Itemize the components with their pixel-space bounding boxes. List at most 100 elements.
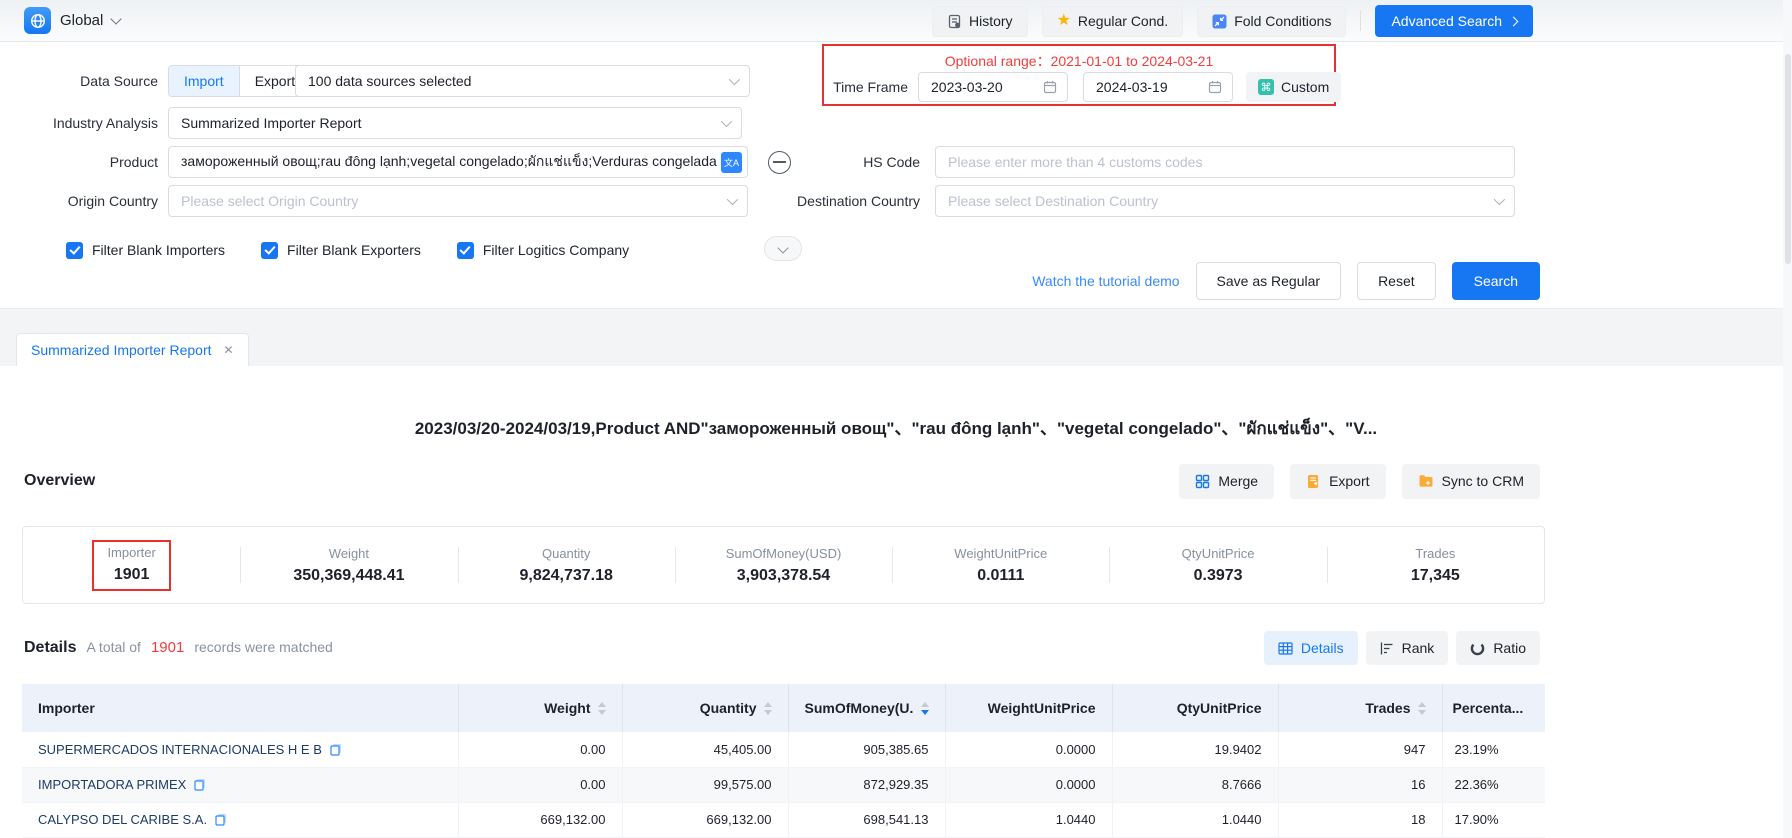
fold-conditions-label: Fold Conditions bbox=[1234, 13, 1331, 29]
tab-summarized-importer-report[interactable]: Summarized Importer Report ✕ bbox=[16, 333, 249, 366]
tutorial-link[interactable]: Watch the tutorial demo bbox=[1032, 273, 1179, 289]
scrollbar-thumb[interactable] bbox=[1785, 54, 1791, 264]
col-label: Trades bbox=[1365, 700, 1410, 716]
checkbox-checked-icon[interactable] bbox=[457, 242, 474, 259]
qty-unit-price-cell: 19.9402 bbox=[1112, 732, 1278, 767]
translate-icon[interactable]: 文A bbox=[721, 152, 742, 173]
col-label: Percenta... bbox=[1453, 700, 1524, 716]
end-date-input[interactable]: 2024-03-19 bbox=[1083, 72, 1233, 102]
destination-country-select[interactable]: Please select Destination Country bbox=[935, 185, 1515, 217]
chevron-right-icon bbox=[1509, 16, 1519, 26]
region-label: Global bbox=[60, 12, 103, 29]
history-icon bbox=[947, 14, 962, 29]
custom-icon: ⌘ bbox=[1258, 79, 1274, 95]
chevron-down-icon bbox=[1494, 194, 1505, 205]
hs-code-input[interactable]: Please enter more than 4 customs codes bbox=[935, 146, 1515, 178]
col-quantity-sort[interactable]: Quantity bbox=[622, 684, 788, 732]
filter-label: Filter Blank Exporters bbox=[287, 242, 421, 258]
region-selector[interactable]: Global bbox=[24, 7, 120, 34]
overview-heading: Overview bbox=[24, 472, 95, 490]
topbar-actions: History ★ Regular Cond. Fold Conditions bbox=[932, 5, 1533, 37]
importer-link[interactable]: SUPERMERCADOS INTERNACIONALES H E B bbox=[38, 742, 442, 757]
custom-range-button[interactable]: ⌘ Custom bbox=[1246, 72, 1341, 102]
stat-value: 9,824,737.18 bbox=[519, 567, 612, 585]
product-input[interactable]: замороженный овощ;rau đông lạnh;vegetal … bbox=[168, 146, 748, 178]
table-row: IMPORTADORA PRIMEX 0.00 99,575.00 872,92… bbox=[22, 767, 1545, 802]
hs-code-placeholder: Please enter more than 4 customs codes bbox=[948, 154, 1202, 170]
regular-cond-button[interactable]: ★ Regular Cond. bbox=[1042, 6, 1184, 37]
filter-blank-exporters-checkbox[interactable]: Filter Blank Exporters bbox=[261, 242, 421, 259]
total-suffix: records were matched bbox=[194, 639, 333, 655]
import-tab[interactable]: Import bbox=[169, 66, 239, 96]
sort-icon[interactable] bbox=[598, 702, 606, 715]
fold-conditions-button[interactable]: Fold Conditions bbox=[1197, 6, 1346, 37]
tab-title: Summarized Importer Report bbox=[31, 342, 212, 358]
time-frame-row: Time Frame 2023-03-20 2024-03-19 bbox=[832, 72, 1341, 102]
importer-link[interactable]: CALYPSO DEL CARIBE S.A. bbox=[38, 812, 442, 827]
col-trades-sort[interactable]: Trades bbox=[1278, 684, 1442, 732]
stat-weight-unit-price: WeightUnitPrice 0.0111 bbox=[892, 527, 1109, 603]
view-rank-button[interactable]: Rank bbox=[1366, 631, 1449, 665]
view-ratio-button[interactable]: Ratio bbox=[1456, 631, 1540, 665]
view-details-label: Details bbox=[1301, 640, 1344, 656]
stat-trades: Trades 17,345 bbox=[1327, 527, 1544, 603]
star-icon: ★ bbox=[1057, 13, 1071, 29]
stat-sum-of-money: SumOfMoney(USD) 3,903,378.54 bbox=[675, 527, 892, 603]
chevron-down-icon bbox=[777, 242, 788, 253]
sort-icon[interactable] bbox=[764, 702, 772, 715]
importer-link[interactable]: IMPORTADORA PRIMEX bbox=[38, 777, 442, 792]
weight-cell: 0.00 bbox=[458, 767, 622, 802]
sort-desc-active-icon[interactable] bbox=[921, 702, 929, 715]
stat-label: SumOfMoney(USD) bbox=[726, 546, 842, 561]
weight-unit-price-cell: 1.0440 bbox=[945, 802, 1112, 837]
stat-qty-unit-price: QtyUnitPrice 0.3973 bbox=[1109, 527, 1326, 603]
view-switcher: Details Rank Ratio bbox=[1264, 631, 1540, 665]
view-rank-label: Rank bbox=[1402, 640, 1435, 656]
advanced-search-button[interactable]: Advanced Search bbox=[1375, 5, 1533, 37]
start-date-input[interactable]: 2023-03-20 bbox=[918, 72, 1068, 102]
col-weight-sort[interactable]: Weight bbox=[458, 684, 622, 732]
view-details-button[interactable]: Details bbox=[1264, 631, 1358, 665]
overview-row: Overview Merge bbox=[24, 462, 1540, 500]
save-as-regular-button[interactable]: Save as Regular bbox=[1196, 262, 1342, 300]
col-label: Importer bbox=[38, 700, 95, 716]
stat-label: QtyUnitPrice bbox=[1182, 546, 1255, 561]
weight-cell: 0.00 bbox=[458, 732, 622, 767]
details-row: Details A total of 1901 records were mat… bbox=[24, 630, 1540, 666]
filter-label: Filter Logitics Company bbox=[483, 242, 629, 258]
scrollbar[interactable] bbox=[1783, 0, 1792, 838]
filter-blank-importers-checkbox[interactable]: Filter Blank Importers bbox=[66, 242, 225, 259]
query-title: 2023/03/20-2024/03/19,Product AND"заморо… bbox=[0, 414, 1792, 442]
details-summary: Details A total of 1901 records were mat… bbox=[24, 639, 333, 657]
total-prefix: A total of bbox=[86, 639, 140, 655]
sum-of-money-cell: 905,385.65 bbox=[788, 732, 945, 767]
chevron-down-icon bbox=[727, 194, 738, 205]
total-count: 1901 bbox=[151, 639, 184, 656]
collapse-form-button[interactable] bbox=[764, 236, 802, 261]
merge-button[interactable]: Merge bbox=[1179, 464, 1274, 499]
col-sum-of-money-sort[interactable]: SumOfMoney(U... bbox=[788, 684, 945, 732]
history-button[interactable]: History bbox=[932, 6, 1028, 37]
stat-label: Quantity bbox=[542, 546, 590, 561]
sync-to-crm-button[interactable]: Sync to CRM bbox=[1402, 464, 1540, 499]
data-sources-value: 100 data sources selected bbox=[308, 73, 471, 89]
details-table: Importer Weight Quantity SumOfMoney(U... bbox=[22, 684, 1545, 838]
sort-icon[interactable] bbox=[1418, 702, 1426, 715]
export-button[interactable]: Export bbox=[1290, 464, 1385, 499]
origin-country-select[interactable]: Please select Origin Country bbox=[168, 185, 748, 217]
reset-button[interactable]: Reset bbox=[1357, 262, 1436, 300]
stat-value: 1901 bbox=[114, 566, 150, 584]
industry-analysis-select[interactable]: Summarized Importer Report bbox=[168, 107, 742, 139]
data-sources-select[interactable]: 100 data sources selected bbox=[295, 65, 750, 97]
search-button[interactable]: Search bbox=[1452, 262, 1540, 300]
advanced-search-label: Advanced Search bbox=[1391, 13, 1502, 29]
checkbox-checked-icon[interactable] bbox=[66, 242, 83, 259]
filter-logitics-company-checkbox[interactable]: Filter Logitics Company bbox=[457, 242, 629, 259]
stat-value: 0.0111 bbox=[977, 567, 1024, 585]
hs-code-label: HS Code bbox=[780, 154, 920, 170]
checkbox-checked-icon[interactable] bbox=[261, 242, 278, 259]
app-window: Global History ★ Regular Cond. bbox=[0, 0, 1792, 838]
trades-cell: 947 bbox=[1278, 732, 1442, 767]
col-qty-unit-price: QtyUnitPrice bbox=[1112, 684, 1278, 732]
close-icon[interactable]: ✕ bbox=[224, 343, 234, 357]
